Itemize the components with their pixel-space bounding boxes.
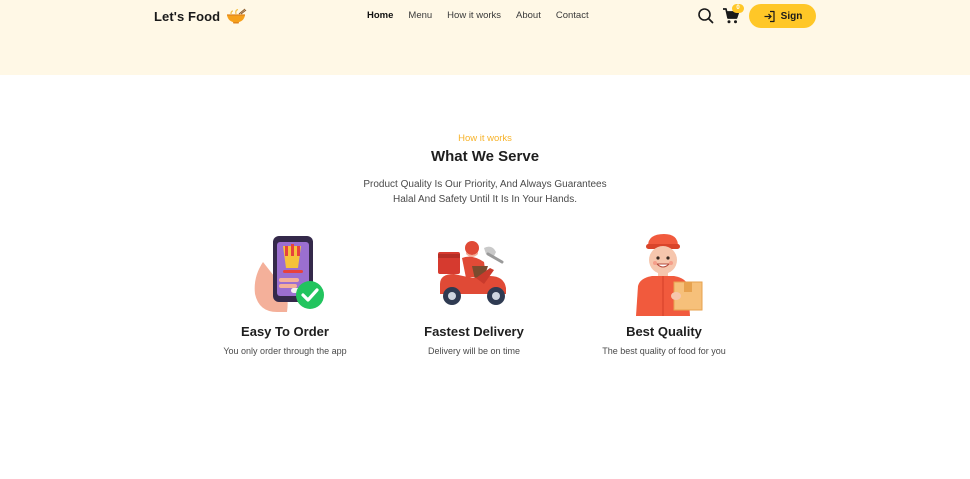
section-description: Product Quality Is Our Priority, And Alw…: [335, 178, 635, 207]
section-title: What We Serve: [430, 148, 540, 165]
cart-count-badge: 0: [732, 4, 744, 13]
feature-title: Fastest Delivery: [424, 324, 524, 339]
feature-title: Easy To Order: [241, 324, 329, 339]
sign-in-label: Sign: [780, 10, 803, 22]
section-description-line-2: Halal And Safety Until It Is In Your Han…: [393, 193, 577, 205]
nav-how-it-works[interactable]: How it works: [447, 10, 501, 21]
feature-easy-to-order: Easy To Order You only order through the…: [205, 232, 365, 356]
phone-order-icon: [254, 236, 324, 312]
nav-menu[interactable]: Menu: [408, 10, 432, 21]
main-nav: Home Menu How it works About Contact: [367, 10, 604, 21]
feature-description: You only order through the app: [223, 346, 347, 356]
feature-description: Delivery will be on time: [427, 346, 521, 356]
feature-title: Best Quality: [626, 324, 702, 339]
delivery-scooter-icon: [438, 241, 506, 305]
sign-in-icon: [764, 10, 775, 22]
sign-in-button[interactable]: Sign: [749, 4, 816, 28]
section-eyebrow: How it works: [458, 133, 512, 144]
section-description-line-1: Product Quality Is Our Priority, And Alw…: [363, 179, 607, 190]
nav-contact[interactable]: Contact: [556, 10, 589, 21]
courier-box-icon: [636, 234, 703, 316]
search-icon[interactable]: [697, 7, 714, 24]
nav-home[interactable]: Home: [367, 10, 393, 21]
top-navbar: Let's Food Home Menu How it works About …: [0, 0, 970, 32]
feature-best-quality: Best Quality The best quality of food fo…: [584, 232, 744, 356]
brand-logo[interactable]: Let's Food: [154, 8, 247, 24]
bowl-icon: [227, 8, 247, 24]
feature-fastest-delivery: Fastest Delivery Delivery will be on tim…: [394, 232, 554, 356]
feature-description: The best quality of food for you: [602, 346, 726, 356]
nav-about[interactable]: About: [516, 10, 541, 21]
brand-name: Let's Food: [154, 8, 221, 24]
